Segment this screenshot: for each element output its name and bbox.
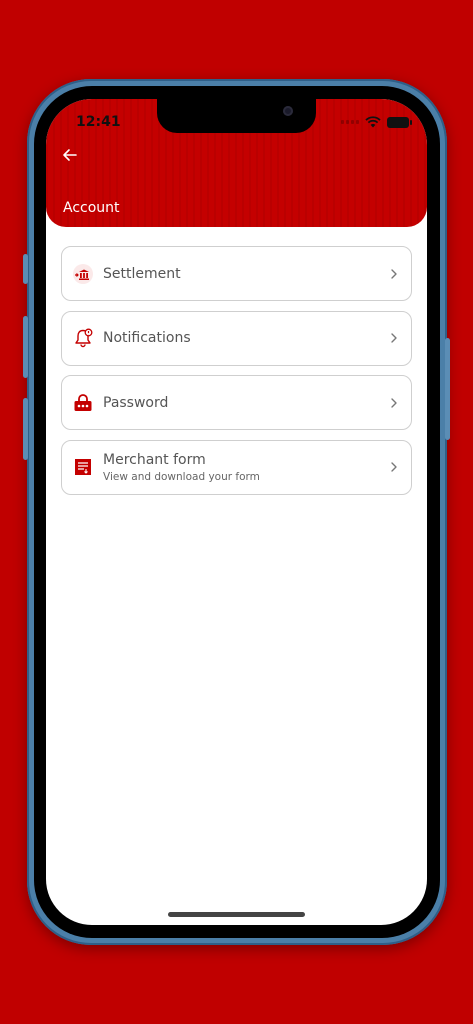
side-button bbox=[445, 338, 450, 440]
chevron-right-icon bbox=[391, 462, 397, 472]
side-button bbox=[23, 316, 28, 378]
side-button bbox=[23, 254, 28, 284]
menu-item-label: Password bbox=[103, 394, 169, 411]
bell-icon bbox=[72, 327, 94, 349]
camera-icon bbox=[283, 106, 293, 116]
menu-item-label: Merchant form bbox=[103, 451, 206, 468]
chevron-right-icon bbox=[391, 333, 397, 343]
status-time: 12:41 bbox=[76, 114, 121, 130]
page-title: Account bbox=[63, 200, 120, 216]
side-button bbox=[23, 398, 28, 460]
menu-item-notifications[interactable]: Notifications bbox=[61, 310, 412, 366]
menu-item-label: Notifications bbox=[103, 330, 191, 346]
notch bbox=[157, 99, 316, 133]
chevron-right-icon bbox=[391, 397, 397, 408]
back-arrow-icon[interactable] bbox=[60, 145, 80, 165]
menu-item-subtitle: View and download your form bbox=[103, 470, 260, 483]
chevron-right-icon bbox=[391, 268, 397, 279]
account-menu: Settlement Notifications Password Mercha… bbox=[61, 246, 412, 504]
battery-icon bbox=[387, 116, 412, 128]
menu-item-label: Settlement bbox=[103, 265, 181, 282]
wifi-icon bbox=[365, 116, 381, 128]
app-screen: 12:41 Account Settlement Notifications P… bbox=[46, 99, 427, 925]
menu-item-settlement[interactable]: Settlement bbox=[61, 246, 412, 301]
status-icons bbox=[341, 116, 412, 128]
form-icon bbox=[72, 456, 94, 478]
signal-icon bbox=[341, 120, 359, 124]
menu-item-password[interactable]: Password bbox=[61, 375, 412, 430]
home-indicator[interactable] bbox=[168, 912, 305, 917]
lock-icon bbox=[72, 392, 94, 414]
menu-item-merchant-form[interactable]: Merchant form View and download your for… bbox=[61, 439, 412, 495]
bank-icon bbox=[72, 263, 94, 285]
